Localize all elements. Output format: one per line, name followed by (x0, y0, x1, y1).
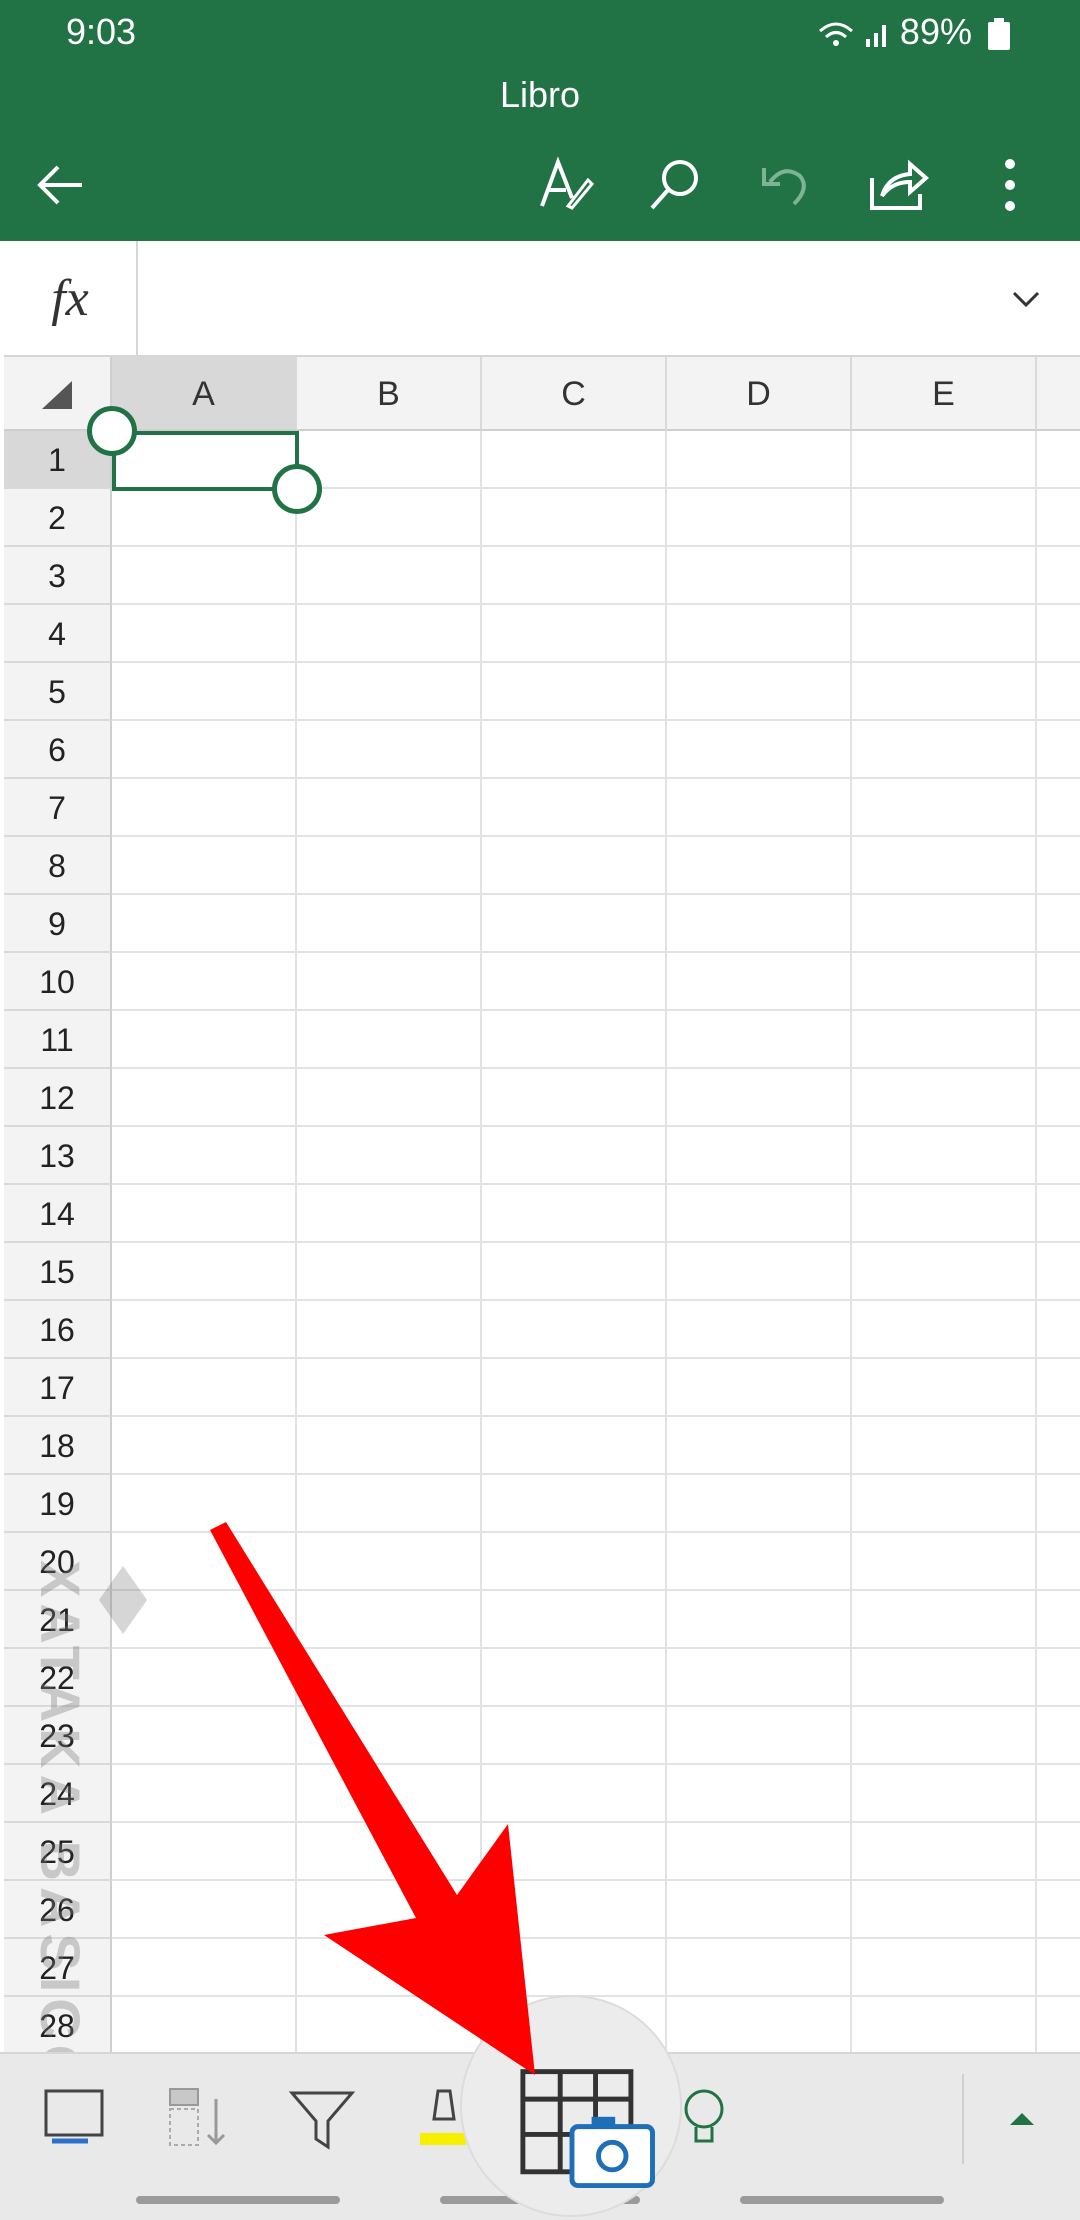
pointer-arrow (210, 1522, 535, 2075)
